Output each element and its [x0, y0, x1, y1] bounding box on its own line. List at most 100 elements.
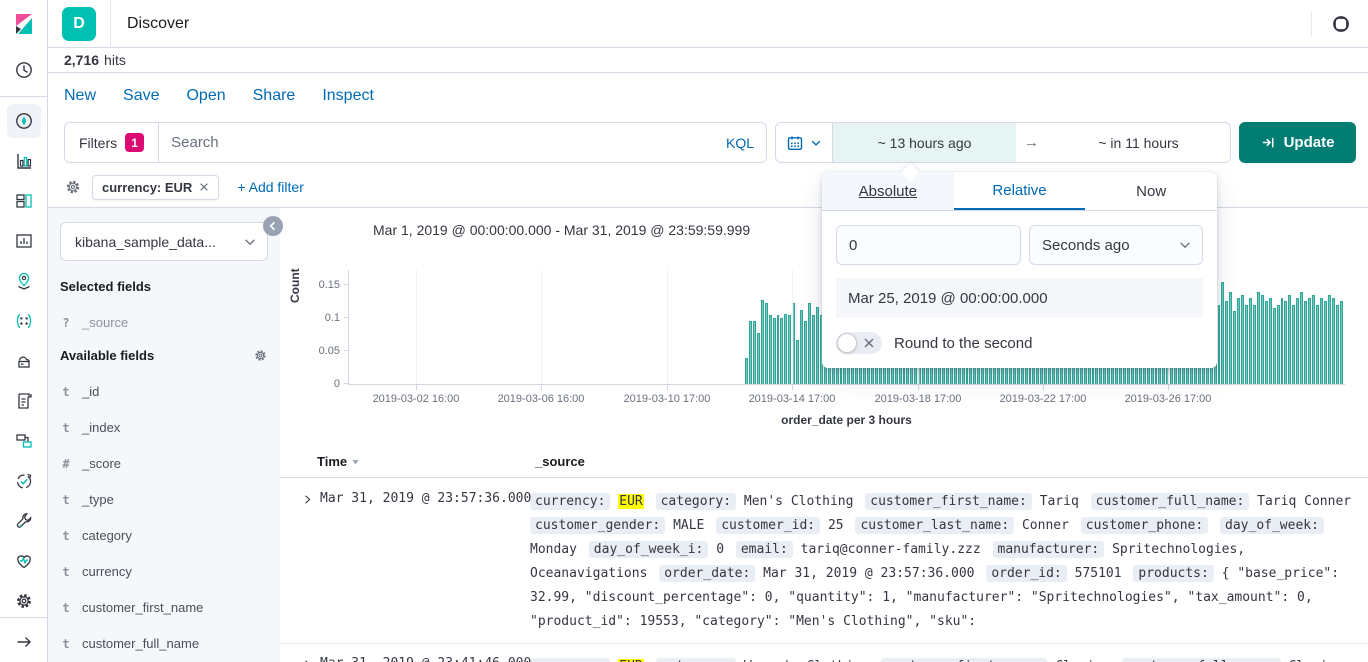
date-picker-menu-button[interactable]: [776, 123, 833, 162]
search-input[interactable]: [159, 134, 726, 151]
tab-absolute[interactable]: Absolute: [822, 172, 954, 210]
nav-item-machine-learning[interactable]: [0, 301, 47, 341]
histogram-bar[interactable]: [780, 318, 783, 384]
close-icon[interactable]: [199, 182, 209, 192]
histogram-bar[interactable]: [1218, 305, 1221, 384]
histogram-bar[interactable]: [1336, 305, 1339, 384]
update-button[interactable]: Update: [1239, 122, 1356, 163]
histogram-bar[interactable]: [757, 333, 760, 384]
filters-button[interactable]: Filters 1: [65, 123, 159, 162]
field-item-source[interactable]: ? _source: [60, 315, 268, 330]
nav-item-logs[interactable]: [0, 381, 47, 421]
histogram-bar[interactable]: [1269, 298, 1272, 384]
histogram-bar[interactable]: [1265, 301, 1268, 384]
field-settings-button[interactable]: [253, 348, 268, 363]
nav-item-recently-viewed[interactable]: [0, 48, 47, 92]
filter-options-button[interactable]: [64, 178, 82, 196]
histogram-bar[interactable]: [769, 315, 772, 384]
histogram-bar[interactable]: [1229, 292, 1232, 384]
nav-item-visualize[interactable]: [0, 141, 47, 181]
filter-pill-currency-eur[interactable]: currency: EUR: [92, 175, 219, 200]
histogram-bar[interactable]: [765, 303, 768, 384]
histogram-bar[interactable]: [1340, 301, 1343, 384]
nav-item-discover[interactable]: [0, 101, 47, 141]
nav-item-apm[interactable]: [0, 421, 47, 461]
histogram-bar[interactable]: [1296, 298, 1299, 384]
histogram-bar[interactable]: [1257, 292, 1260, 384]
nav-item-canvas[interactable]: [0, 221, 47, 261]
collapse-sidebar-button[interactable]: [263, 216, 283, 236]
histogram-bar[interactable]: [808, 303, 811, 384]
time-range-start-button[interactable]: ~ 13 hours ago: [833, 123, 1016, 162]
relative-amount-input[interactable]: [836, 225, 1021, 265]
histogram-bar[interactable]: [753, 321, 756, 384]
histogram-bar[interactable]: [816, 307, 819, 384]
relative-unit-select[interactable]: Seconds ago: [1029, 225, 1203, 265]
histogram-bar[interactable]: [773, 318, 776, 384]
nav-item-collapse[interactable]: [0, 622, 47, 662]
nav-item-maps[interactable]: [0, 261, 47, 301]
histogram-bar[interactable]: [1225, 301, 1228, 384]
histogram-bar[interactable]: [1328, 295, 1331, 384]
histogram-bar[interactable]: [1233, 311, 1236, 384]
histogram-bar[interactable]: [1332, 298, 1335, 384]
histogram-bar[interactable]: [1281, 298, 1284, 384]
field-item-category[interactable]: tcategory: [60, 528, 268, 543]
add-filter-link[interactable]: + Add filter: [237, 179, 304, 195]
time-range-end-button[interactable]: ~ in 11 hours: [1047, 123, 1230, 162]
histogram-bar[interactable]: [761, 300, 764, 384]
round-toggle[interactable]: [836, 332, 882, 354]
histogram-bar[interactable]: [1245, 305, 1248, 384]
kql-toggle[interactable]: KQL: [726, 135, 766, 151]
controls-button[interactable]: [1330, 13, 1352, 35]
tab-now[interactable]: Now: [1085, 172, 1217, 210]
histogram-bar[interactable]: [1261, 295, 1264, 384]
histogram-bar[interactable]: [777, 315, 780, 384]
menu-item-inspect[interactable]: Inspect: [322, 87, 374, 105]
histogram-bar[interactable]: [1284, 301, 1287, 384]
menu-item-share[interactable]: Share: [253, 87, 296, 105]
histogram-bar[interactable]: [1249, 298, 1252, 384]
histogram-bar[interactable]: [784, 314, 787, 384]
histogram-bar[interactable]: [1324, 301, 1327, 384]
nav-item-uptime[interactable]: [0, 461, 47, 501]
time-column-header[interactable]: Time: [317, 454, 360, 469]
histogram-bar[interactable]: [800, 310, 803, 384]
histogram-bar[interactable]: [745, 358, 748, 384]
histogram-bar[interactable]: [749, 321, 752, 384]
index-pattern-select[interactable]: kibana_sample_data...: [60, 222, 268, 261]
histogram-bar[interactable]: [1288, 295, 1291, 384]
nav-item-dev-tools[interactable]: [0, 501, 47, 541]
expand-row-button[interactable]: [302, 492, 313, 510]
field-item-customerfirstname[interactable]: tcustomer_first_name: [60, 600, 268, 615]
field-item-id[interactable]: t_id: [60, 384, 268, 399]
menu-item-save[interactable]: Save: [123, 87, 159, 105]
histogram-bar[interactable]: [1221, 282, 1224, 384]
histogram-bar[interactable]: [1304, 301, 1307, 384]
histogram-bar[interactable]: [796, 340, 799, 384]
field-item-type[interactable]: t_type: [60, 492, 268, 507]
histogram-bar[interactable]: [1237, 298, 1240, 384]
histogram-bar[interactable]: [1273, 308, 1276, 384]
histogram-bar[interactable]: [1316, 305, 1319, 384]
histogram-bar[interactable]: [812, 315, 815, 384]
expand-row-button[interactable]: [302, 657, 313, 662]
nav-item-infrastructure[interactable]: [0, 341, 47, 381]
menu-item-new[interactable]: New: [64, 87, 96, 105]
tab-relative[interactable]: Relative: [954, 172, 1086, 210]
histogram-bar[interactable]: [788, 315, 791, 384]
field-item-customerfullname[interactable]: tcustomer_full_name: [60, 636, 268, 651]
kibana-logo[interactable]: [0, 0, 47, 48]
histogram-bar[interactable]: [1292, 305, 1295, 384]
field-item-currency[interactable]: tcurrency: [60, 564, 268, 579]
field-item-index[interactable]: t_index: [60, 420, 268, 435]
histogram-bar[interactable]: [1312, 295, 1315, 384]
histogram-bar[interactable]: [1308, 298, 1311, 384]
histogram-bar[interactable]: [1241, 295, 1244, 384]
nav-item-dashboard[interactable]: [0, 181, 47, 221]
menu-item-open[interactable]: Open: [186, 87, 225, 105]
histogram-bar[interactable]: [804, 321, 807, 384]
histogram-bar[interactable]: [1300, 292, 1303, 384]
field-item-score[interactable]: #_score: [60, 456, 268, 471]
nav-item-monitoring[interactable]: [0, 541, 47, 581]
